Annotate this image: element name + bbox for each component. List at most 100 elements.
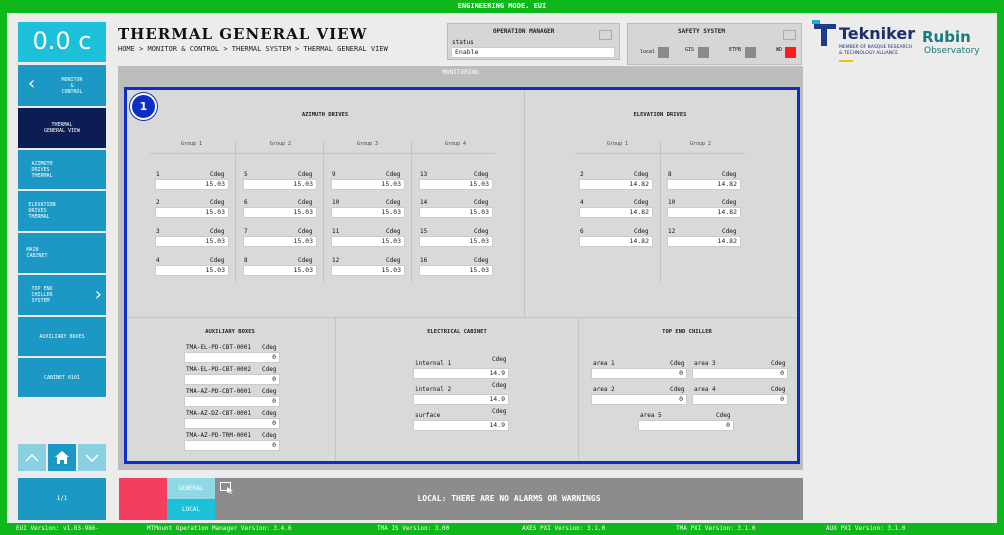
chevron-left-icon: ‹ xyxy=(28,73,36,94)
top-end-chiller-title: TOP END CHILLER xyxy=(662,329,712,335)
unit-label: Cdeg xyxy=(298,228,313,235)
tekniker-mark-icon xyxy=(812,20,836,46)
unit-label: Cdeg xyxy=(210,171,225,178)
nav-label: THERMAL GENERAL VIEW xyxy=(43,122,81,134)
tekniker-sub1: MEMBER OF BASQUE RESEARCH xyxy=(839,45,912,50)
scroll-down-button[interactable] xyxy=(78,444,106,471)
safety-system-panel: SAFETY SYSTEM local GIS ETPB WD xyxy=(627,23,802,65)
unit-label: Cdeg xyxy=(634,199,649,206)
nav-label: MAIN CABINET xyxy=(26,247,48,259)
safety-label-gis: GIS xyxy=(685,47,695,53)
tekniker-wordmark: Tekniker xyxy=(839,24,916,43)
aux-name: TMA-AZ-PD-CBT-0001 xyxy=(186,388,252,395)
unit-label: Cdeg xyxy=(262,388,277,395)
nav-thermal-general-view[interactable]: THERMAL GENERAL VIEW xyxy=(18,108,106,148)
drive-id: 3 xyxy=(156,228,160,235)
azimuth-drives-title: AZIMUTH DRIVES xyxy=(301,112,349,118)
drive-temp-value: 15.03 xyxy=(243,236,317,247)
drive-temp-value: 15.03 xyxy=(331,265,405,276)
nav-label: MONITOR & CONTROL xyxy=(61,76,83,95)
nav-label: AZIMUTH DRIVES THERMAL xyxy=(31,160,53,179)
aux-name: TMA-AZ-DZ-CBT-0001 xyxy=(186,410,252,417)
unit-label: Cdeg xyxy=(210,199,225,206)
window-icon[interactable] xyxy=(783,30,796,40)
divider xyxy=(660,140,661,282)
drive-id: 9 xyxy=(332,171,336,178)
rubin-wordmark: Rubin xyxy=(922,28,971,46)
drive-id: 15 xyxy=(420,228,428,235)
nav-auxiliary-boxes[interactable]: AUXILIARY BOXES xyxy=(18,317,106,356)
breadcrumb: HOME > MONITOR & CONTROL > THERMAL SYSTE… xyxy=(118,45,388,53)
unit-label: Cdeg xyxy=(298,171,313,178)
drive-temp-value: 15.03 xyxy=(243,179,317,190)
page-indicator: 1/1 xyxy=(18,478,106,520)
tekniker-sub2: & TECHNOLOGY ALLIANCE xyxy=(839,51,899,56)
tab-general[interactable]: GENERAL xyxy=(167,478,215,499)
unit-label: Cdeg xyxy=(492,382,507,389)
chiller-area-name: area 1 xyxy=(593,360,615,367)
unit-label: Cdeg xyxy=(474,171,489,178)
unit-label: Cdeg xyxy=(262,344,277,351)
aux-temp-value: 0 xyxy=(184,396,280,407)
window-icon[interactable] xyxy=(220,482,234,494)
nav-main-cabinet[interactable]: MAIN CABINET xyxy=(18,233,106,273)
elevation-drives-title: ELEVATION DRIVES xyxy=(633,112,687,118)
mode-title: ENGINEERING MODE. EUI xyxy=(457,2,547,10)
unit-label: Cdeg xyxy=(474,228,489,235)
scroll-up-button[interactable] xyxy=(18,444,46,471)
drive-temp-value: 14.82 xyxy=(579,179,653,190)
unit-label: Cdeg xyxy=(492,408,507,415)
drive-id: 2 xyxy=(156,199,160,206)
unit-label: Cdeg xyxy=(722,171,737,178)
cabinet-temp-value: 14.9 xyxy=(413,420,509,431)
unit-label: Cdeg xyxy=(716,412,731,419)
cabinet-temp-value: 14.9 xyxy=(413,394,509,405)
group-label: Group 1 xyxy=(181,141,203,147)
unit-label: Cdeg xyxy=(722,228,737,235)
section-badge: 1 xyxy=(130,93,157,120)
group-label: Group 4 xyxy=(445,141,467,147)
unit-label: Cdeg xyxy=(386,171,401,178)
nav-label: ELEVATION DRIVES THERMAL xyxy=(28,202,56,220)
drive-temp-value: 15.03 xyxy=(331,179,405,190)
drive-temp-value: 14.82 xyxy=(667,179,741,190)
nav-azimuth-drives-thermal[interactable]: AZIMUTH DRIVES THERMAL xyxy=(18,150,106,189)
operation-manager-title: OPERATION MANAGER xyxy=(493,28,555,35)
tab-local[interactable]: LOCAL xyxy=(167,499,215,520)
nav-cabinet-0101[interactable]: CABINET 0101 xyxy=(18,358,106,397)
footer-axes-pxi-version: AXES PXI Version: 3.1.0 xyxy=(522,525,606,532)
cabinet-sensor-name: surface xyxy=(415,412,441,419)
drive-id: 5 xyxy=(244,171,248,178)
unit-label: Cdeg xyxy=(210,228,225,235)
home-icon xyxy=(55,451,69,464)
home-button[interactable] xyxy=(48,444,76,471)
drive-temp-value: 15.03 xyxy=(419,179,493,190)
aux-name: TMA-EL-PD-CBT-0001 xyxy=(186,344,252,351)
aux-temp-value: 0 xyxy=(184,418,280,429)
nav-monitor-control[interactable]: ‹ MONITOR & CONTROL xyxy=(18,65,106,106)
footer-om-version: MTMount Operation Manager Version: 3.4.6 xyxy=(147,525,292,532)
drive-id: 6 xyxy=(580,228,584,235)
safety-label-etpb: ETPB xyxy=(729,47,742,53)
drive-temp-value: 14.82 xyxy=(667,236,741,247)
unit-label: Cdeg xyxy=(386,257,401,264)
nav-elevation-drives-thermal[interactable]: ELEVATION DRIVES THERMAL xyxy=(18,191,106,231)
aux-temp-value: 0 xyxy=(184,374,280,385)
window-icon[interactable] xyxy=(599,30,612,40)
footer-tma-is-version: TMA IS Version: 3.00 xyxy=(377,525,450,532)
unit-label: Cdeg xyxy=(771,386,786,393)
divider xyxy=(335,318,336,461)
unit-label: Cdeg xyxy=(298,199,313,206)
nav-top-end-chiller[interactable]: TOP END CHILLER SYSTEM › xyxy=(18,275,106,315)
chevron-right-icon: › xyxy=(94,284,102,305)
temperature-display: 0.0 c xyxy=(18,22,106,62)
chevron-down-icon xyxy=(85,453,99,462)
drive-temp-value: 15.03 xyxy=(155,207,229,218)
drive-temp-value: 15.03 xyxy=(331,236,405,247)
safety-label-wd: WD xyxy=(776,47,783,53)
group-label: Group 3 xyxy=(357,141,379,147)
drive-temp-value: 15.03 xyxy=(243,207,317,218)
drive-id: 8 xyxy=(668,171,672,178)
tekniker-underline xyxy=(839,60,853,62)
safety-label-local: local xyxy=(640,49,656,55)
